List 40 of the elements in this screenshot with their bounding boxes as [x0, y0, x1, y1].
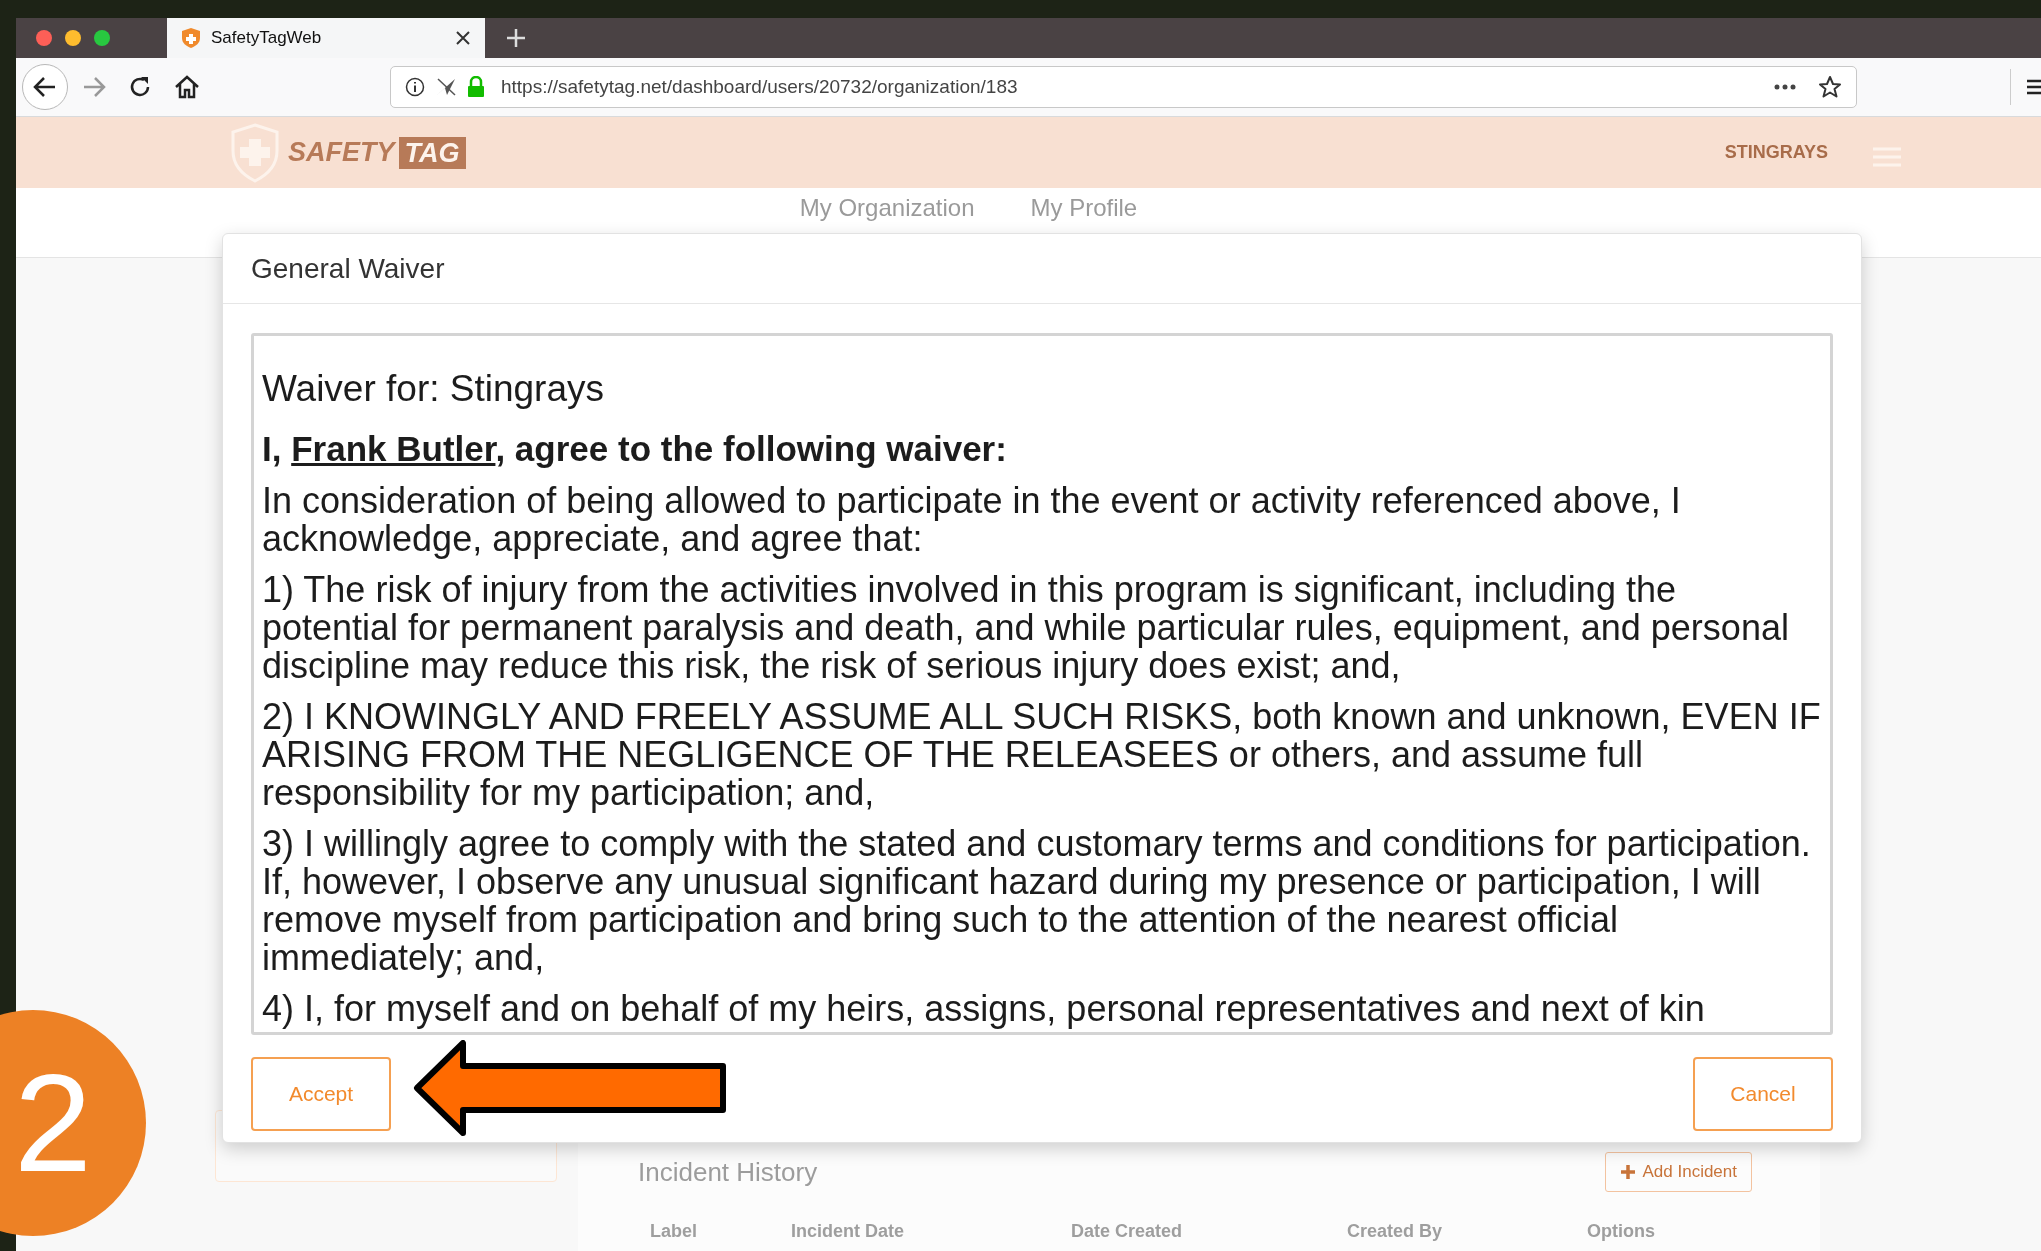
home-icon[interactable] [174, 75, 200, 99]
forward-arrow-icon[interactable] [82, 76, 106, 98]
logo-boxed-text: TAG [398, 136, 466, 169]
url-bar[interactable]: https://safetytag.net/dashboard/users/20732/organization/183 [390, 66, 1857, 108]
waiver-paragraph: 1) The risk of injury from the activities involved in this program is significant, including the potential for permanent paralysis and death, and while particular rules, equipment, and personal discipline may reduce this risk, the risk of serious injury does exist; and, [262, 571, 1790, 685]
close-icon[interactable] [455, 30, 471, 46]
column-header: Label [650, 1220, 698, 1243]
menu-icon[interactable] [2027, 78, 2041, 96]
back-button[interactable] [22, 64, 68, 110]
plus-icon [1620, 1164, 1637, 1180]
browser-tab[interactable]: SafetyTagWeb [167, 18, 485, 58]
accept-button[interactable]: Accept [251, 1057, 391, 1131]
logo-text: SAFETY [288, 136, 395, 170]
column-header: Incident Date [791, 1220, 906, 1243]
lock-icon[interactable] [467, 76, 485, 98]
column-header: Options [1587, 1220, 1655, 1243]
add-incident-button[interactable]: Add Incident [1605, 1152, 1752, 1192]
shield-logo-icon [230, 122, 280, 183]
agreement-line: I, Frank Butler, agree to the following waiver: [262, 429, 1008, 469]
back-arrow-icon [33, 76, 57, 98]
cancel-button[interactable]: Cancel [1693, 1057, 1833, 1131]
star-icon[interactable] [1818, 75, 1842, 99]
section-title: Incident History [638, 1155, 818, 1189]
waiver-paragraph: 2) I KNOWINGLY AND FREELY ASSUME ALL SUCH RISKS, both known and unknown, EVEN IF ARISING FROM THE NEGLIGENCE OF THE RELEASEES or others, and assume full responsibility for my participation; and, [262, 698, 1822, 812]
plus-icon[interactable] [505, 27, 527, 49]
waiver-heading: Waiver for: Stingrays [262, 367, 605, 411]
modal-title: General Waiver [251, 251, 445, 286]
waiver-paragraph: 3) I willingly agree to comply with the stated and customary terms and conditions for participation. If, however, I observe any unusual significant hazard during my presence or participation, I will remove myself from participation and bring such to the attention of the nearest official immediately; and, [262, 825, 1812, 977]
more-dots-icon[interactable] [1774, 84, 1796, 90]
url-text: https://safetytag.net/dashboard/users/20732/organization/183 [501, 74, 1019, 99]
paper-plane-icon[interactable] [435, 77, 457, 97]
shield-favicon-icon [181, 27, 201, 49]
organization-name: STINGRAYS [1724, 141, 1828, 164]
info-icon[interactable] [405, 77, 425, 97]
reload-icon[interactable] [128, 75, 152, 99]
waiver-paragraph: 4) I, for myself and on behalf of my heirs, assigns, personal representatives and next of kin [262, 990, 1706, 1028]
column-header: Created By [1347, 1220, 1444, 1243]
waiver-paragraph: In consideration of being allowed to participate in the event or activity referenced above, I acknowledge, appreciate, and agree that: [262, 482, 1682, 558]
column-header: Date Created [1071, 1220, 1184, 1243]
tab-title: SafetyTagWeb [211, 27, 323, 50]
